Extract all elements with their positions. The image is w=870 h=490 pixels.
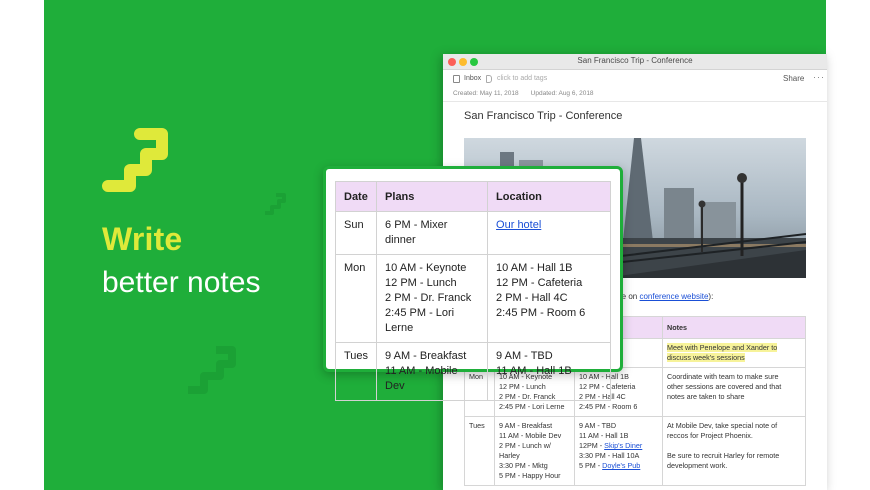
more-options-button[interactable]: ··· (813, 72, 825, 82)
doyles-pub-link[interactable]: Doyle's Pub (602, 461, 640, 470)
title-bar: San Francisco Trip - Conference (443, 54, 827, 70)
divider (443, 101, 827, 102)
updated-date: Updated: Aug 6, 2018 (530, 90, 594, 97)
table-cell[interactable]: 6 PM - Mixer dinner (376, 211, 489, 255)
table-header-plans: Plans (376, 181, 489, 212)
table-cell[interactable]: Our hotel (487, 211, 611, 255)
notebook-icon (453, 75, 460, 83)
table-cell[interactable]: Tues (334, 342, 378, 401)
zoomed-table-card: Date Plans Location Sun 6 PM - Mixer din… (323, 166, 623, 401)
share-button[interactable]: Share (783, 74, 804, 83)
table-row: Mon 10 AM - Keynote 12 PM - Lunch 2 PM - D… (334, 254, 611, 343)
table-header-notes: Notes (662, 316, 806, 339)
table-row: Sun 6 PM - Mixer dinner Our hotel (334, 211, 611, 255)
schedule-table: Date Plans Location Sun 6 PM - Mixer din… (334, 181, 611, 401)
tags-input[interactable]: click to add tags (497, 75, 547, 82)
notebook-selector[interactable]: Inbox (464, 75, 481, 82)
tagline-line1: Write (102, 221, 183, 257)
table-header-date: Date (334, 181, 378, 212)
left-margin (0, 0, 44, 490)
note-title[interactable]: San Francisco Trip - Conference (464, 110, 622, 122)
conference-website-link[interactable]: conference website (639, 292, 708, 301)
caption: re on conference website): (619, 292, 713, 301)
table-row: Tues 9 AM - Breakfast 11 AM - Mobile Dev 2… (464, 416, 806, 486)
created-date: Created: May 11, 2018 (453, 90, 519, 97)
ghost-mark-icon (265, 193, 286, 215)
table-cell[interactable]: Meet with Penelope and Xander to discuss … (662, 338, 806, 368)
table-cell[interactable]: 10 AM - Keynote 12 PM - Lunch 2 PM - Dr. F… (376, 254, 489, 343)
tag-icon (486, 75, 492, 83)
table-cell[interactable]: 9 AM - TBD 11 AM - Hall 1B 12PM - Skip's D… (574, 416, 663, 486)
tagline: Write better notes (102, 221, 260, 301)
note-toolbar: Inbox click to add tags Share ··· (443, 70, 827, 90)
table-cell[interactable]: Sun (334, 211, 378, 255)
table-cell[interactable]: 9 AM - Breakfast 11 AM - Mobile Dev (376, 342, 489, 401)
table-cell[interactable]: 9 AM - Breakfast 11 AM - Mobile Dev 2 PM -… (494, 416, 575, 486)
table-cell[interactable]: 9 AM - TBD 11 AM - Hall 1B (487, 342, 611, 401)
table-cell[interactable]: 10 AM - Hall 1B 12 PM - Cafeteria 2 PM - H… (487, 254, 611, 343)
our-hotel-link[interactable]: Our hotel (496, 219, 541, 231)
caption-suffix: ): (708, 292, 714, 301)
table-cell[interactable]: Mon (334, 254, 378, 343)
right-margin (826, 0, 870, 490)
evernote-step-logo-icon (102, 128, 168, 192)
table-cell[interactable]: Tues (464, 416, 495, 486)
skips-diner-link[interactable]: Skip's Diner (604, 441, 642, 450)
window-title: San Francisco Trip - Conference (577, 56, 693, 65)
table-cell[interactable]: At Mobile Dev, take special note of recco… (662, 416, 806, 486)
tagline-line2: better notes (102, 266, 261, 299)
table-row: Tues 9 AM - Breakfast 11 AM - Mobile Dev … (334, 342, 611, 401)
table-cell[interactable]: Coordinate with team to make sure other s… (662, 367, 806, 417)
table-header-location: Location (487, 181, 611, 212)
note-metadata: Created: May 11, 2018 Updated: Aug 6, 201… (453, 90, 594, 97)
highlighted-note: Meet with Penelope and Xander to discuss … (667, 343, 778, 362)
ghost-mark-icon (188, 346, 236, 394)
